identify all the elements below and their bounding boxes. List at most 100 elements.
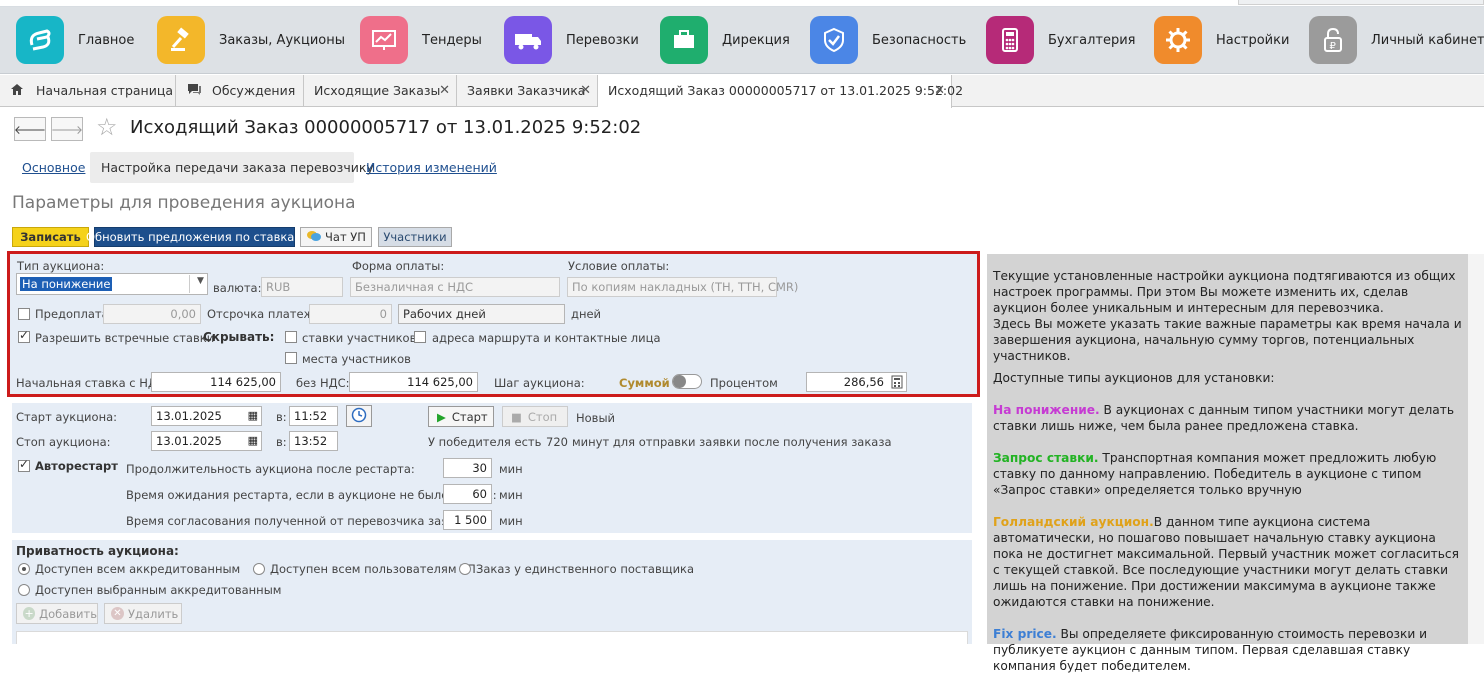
type-1-name: На понижение. (993, 403, 1100, 417)
info-panel: Текущие установленные настройки аукциона… (987, 254, 1468, 673)
days-label: дней (571, 307, 602, 321)
at-label: в: (276, 435, 287, 449)
remove-label: Удалить (128, 606, 179, 621)
deferral-unit-field[interactable]: Рабочих дней (398, 304, 565, 324)
save-button[interactable]: Записать (12, 227, 89, 247)
forward-button[interactable]: 🡒 (51, 117, 83, 141)
info-type-2: Запрос ставки. Транспортная компания мож… (993, 450, 1462, 498)
subtab-transfer-settings[interactable]: Настройка передачи заказа перевозчику (101, 160, 374, 175)
start-bid-vat-field[interactable]: 114 625,00 (151, 372, 281, 392)
shield-check-icon (810, 16, 858, 64)
no-vat-field[interactable]: 114 625,00 (349, 372, 478, 392)
step-value-field[interactable]: 286,56 (806, 372, 907, 392)
payment-form-field[interactable]: Безналичная с НДС (350, 277, 560, 297)
prepay-field[interactable]: 0,00 (103, 304, 201, 324)
auction-type-select[interactable]: На понижение ▼ (16, 273, 208, 295)
participants-button[interactable]: Участники (378, 227, 452, 247)
tab-current-order[interactable]: Исходящий Заказ 00000005717 от 13.01.202… (598, 75, 963, 108)
clock-button[interactable] (346, 405, 372, 427)
close-icon[interactable]: ✕ (580, 83, 591, 98)
type-4-text: Вы определяете фиксированную стоимость п… (993, 627, 1428, 673)
payment-form-label: Форма оплаты: (352, 259, 445, 273)
info-type-3: Голландский аукцион.В данном типе аукцио… (993, 514, 1462, 610)
update-bids-button[interactable]: Обновить предложения по ставкам (86, 227, 303, 247)
chat-label: Чат УП (325, 230, 366, 244)
hide-label: Скрывать: (203, 330, 275, 344)
hide-bids-label: ставки участников (302, 331, 417, 345)
tab-discussions[interactable]: Обсуждения (176, 75, 304, 107)
briefcase-icon (660, 16, 708, 64)
currency-field[interactable]: RUB (261, 277, 343, 297)
tab-label: Исходящий Заказ 00000005717 от 13.01.202… (608, 83, 964, 98)
start-bid-vat-label: Начальная ставка с НДС: (16, 376, 169, 390)
tab-label: Обсуждения (212, 83, 296, 98)
prepay-label: Предоплата (35, 307, 109, 321)
open-tabs-bar: Начальная страница Обсуждения Исходящие … (0, 75, 1484, 108)
counter-bids-label: Разрешить встречные ставки (35, 331, 215, 345)
close-icon[interactable]: ✕ (439, 83, 450, 98)
radio-selected-accredited-label: Доступен выбранным аккредитованным (35, 583, 282, 597)
section-label: Бухгалтерия (1048, 33, 1136, 48)
tab-label: Начальная страница (36, 83, 173, 98)
autorestart-checkbox[interactable] (18, 457, 30, 472)
hide-route-label: адреса маршрута и контактные лица (432, 331, 661, 345)
counter-bids-checkbox[interactable] (18, 328, 30, 343)
stop-date: 13.01.2025 (156, 434, 222, 448)
info-scrollbar[interactable] (1468, 254, 1484, 644)
deferral-label: Отсрочка платежа: (207, 307, 325, 321)
section-label: Настройки (1216, 33, 1290, 48)
prepay-checkbox[interactable] (18, 308, 30, 320)
start-button-label: Старт (451, 409, 488, 424)
privacy-title: Приватность аукциона: (16, 544, 179, 558)
sections-panel: Главное Заказы, Аукционы Тендеры Перевоз… (0, 7, 1484, 74)
remove-button[interactable]: ✕ Удалить (104, 603, 182, 624)
start-time-field[interactable]: 11:52 (289, 406, 338, 426)
toggle-knob (673, 375, 686, 388)
step-type-toggle[interactable] (672, 374, 702, 389)
back-button[interactable]: 🡐 (14, 117, 46, 141)
selected-participants-list[interactable] (16, 631, 968, 644)
chat-button[interactable]: Чат УП (300, 227, 372, 247)
add-button[interactable]: + Добавить (16, 603, 98, 624)
hide-places-checkbox[interactable] (285, 352, 297, 364)
start-date-field[interactable]: 13.01.2025 ▦ (151, 406, 262, 426)
chevron-down-icon: ▼ (197, 276, 204, 286)
subtab-history[interactable]: История изменений (366, 160, 497, 175)
stop-time-field[interactable]: 13:52 (289, 431, 338, 451)
subtab-main[interactable]: Основное (22, 160, 85, 175)
hide-bids-checkbox[interactable] (285, 331, 297, 343)
close-icon[interactable]: ✕ (934, 83, 945, 98)
step-percent-label: Процентом (710, 376, 778, 390)
type-3-name: Голландский аукцион. (993, 515, 1154, 529)
calendar-icon[interactable]: ▦ (248, 434, 258, 447)
stop-date-field[interactable]: 13.01.2025 ▦ (151, 431, 262, 451)
calendar-icon[interactable]: ▦ (248, 409, 258, 422)
start-button[interactable]: ▶ Старт (428, 406, 494, 427)
calculator-small-icon[interactable] (891, 375, 903, 392)
hide-route-checkbox[interactable] (414, 331, 426, 343)
star-icon[interactable]: ☆ (96, 114, 118, 140)
radio-all-accredited[interactable] (18, 563, 30, 575)
radio-single-supplier[interactable] (459, 563, 471, 575)
type-4-name: Fix price. (993, 627, 1057, 641)
payment-cond-field[interactable]: По копиям накладных (ТН, ТТН, CMR) (567, 277, 798, 297)
section-label: Перевозки (566, 33, 639, 48)
radio-selected-accredited[interactable] (18, 584, 30, 596)
wait-field[interactable]: 60 (443, 484, 492, 504)
play-icon: ▶ (437, 409, 446, 424)
approve-field[interactable]: 1 500 (443, 510, 492, 530)
start-date: 13.01.2025 (156, 409, 222, 423)
section-label: Главное (78, 33, 135, 48)
radio-all-users[interactable] (253, 563, 265, 575)
stop-button[interactable]: ■ Стоп (502, 406, 568, 427)
tab-outgoing-orders[interactable]: Исходящие Заказы ✕ (304, 75, 457, 107)
stop-label: Стоп аукциона: (16, 435, 111, 449)
info-intro-2: Здесь Вы можете указать такие важные пар… (993, 317, 1462, 363)
tab-label: Исходящие Заказы (314, 83, 441, 98)
tab-home[interactable]: Начальная страница (0, 75, 176, 107)
arrow-left-icon: 🡐 (13, 122, 47, 137)
tab-customer-requests[interactable]: Заявки Заказчика ✕ (457, 75, 598, 107)
truck-icon (504, 16, 552, 64)
deferral-field[interactable]: 0 (309, 304, 392, 324)
duration-field[interactable]: 30 (443, 458, 492, 478)
